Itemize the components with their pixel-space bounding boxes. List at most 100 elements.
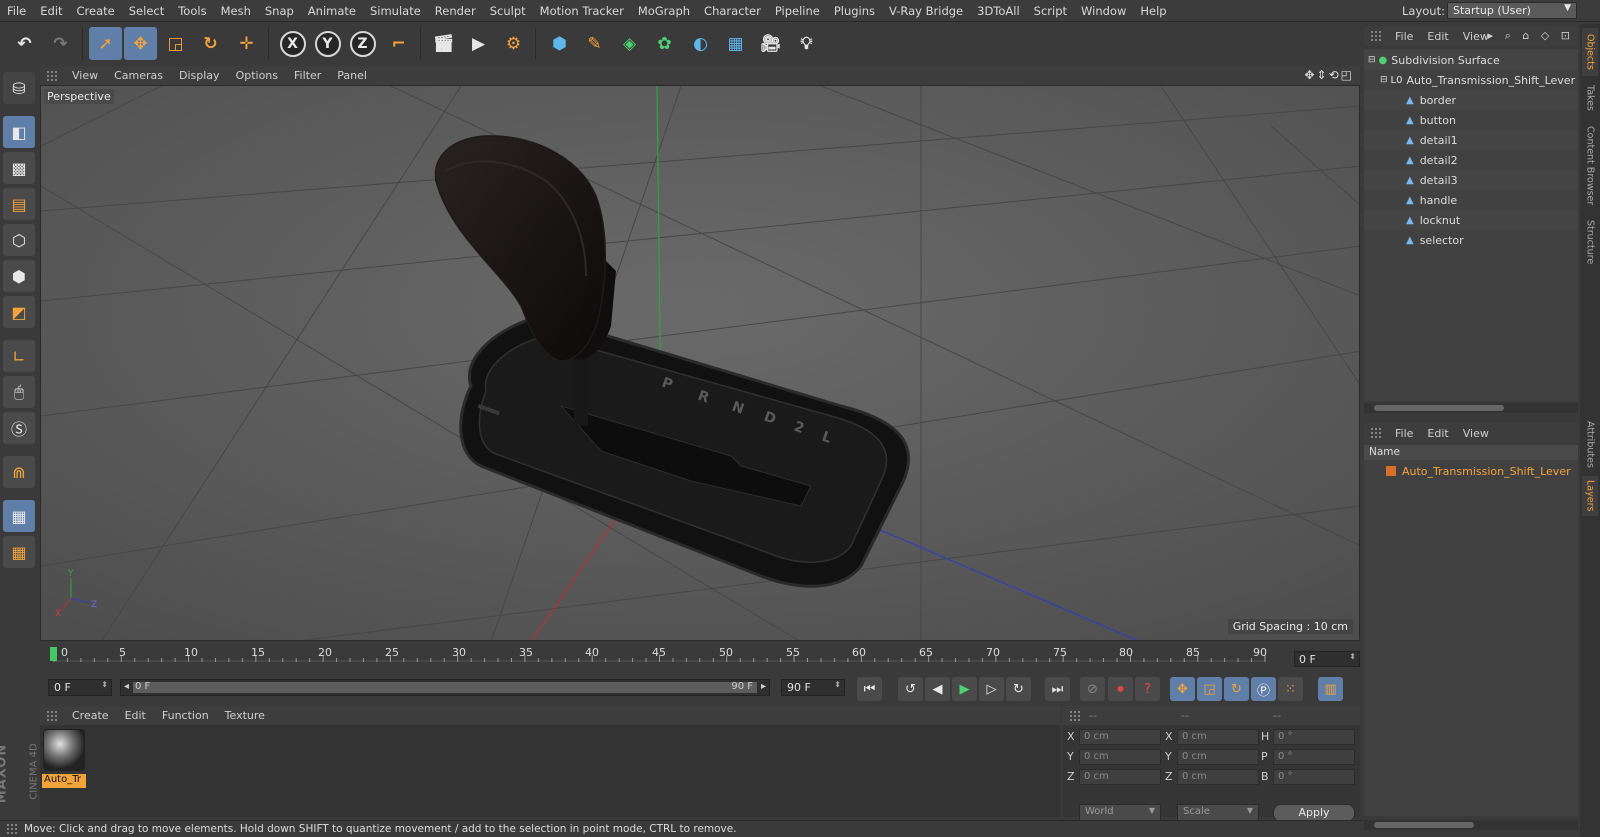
object-manager-scrollbar[interactable]: [1364, 403, 1578, 413]
menu-pipeline[interactable]: Pipeline: [768, 4, 827, 18]
current-frame-field[interactable]: 0 F ⬍: [1294, 651, 1360, 667]
grid-align-button[interactable]: ▦: [3, 536, 35, 568]
tree-item-auto-transmission-shift-lever[interactable]: ⊟ L0 Auto_Transmission_Shift_Lever: [1364, 70, 1578, 90]
play-button[interactable]: ▶: [952, 677, 977, 701]
key-scale-button[interactable]: ◲: [1197, 677, 1222, 701]
layer-manager-scrollbar[interactable]: [1364, 820, 1578, 830]
tree-item-handle[interactable]: ▲ handle: [1364, 190, 1578, 210]
recent-tool-button[interactable]: ✛: [230, 27, 263, 60]
start-frame-field[interactable]: 0 F ⬍: [48, 679, 112, 696]
menu-file[interactable]: File: [0, 4, 33, 18]
position-z-field[interactable]: 0 cm: [1079, 769, 1161, 785]
menu-animate[interactable]: Animate: [301, 4, 363, 18]
coordinate-mode-select[interactable]: World ▼: [1079, 804, 1161, 821]
timeline-ruler[interactable]: 0 5 10 15 20 25 30 35 40 45 50 55 60 65 …: [40, 643, 1360, 667]
range-bar[interactable]: [133, 682, 757, 693]
layout-select[interactable]: Startup (User) ▼: [1447, 2, 1577, 19]
go-to-start-button[interactable]: ⏮: [857, 677, 882, 701]
viewport-nav-icons[interactable]: ✥⇕⟲◰: [1304, 68, 1354, 82]
size-y-field[interactable]: 0 cm: [1177, 749, 1259, 765]
live-selection-button[interactable]: ➚: [89, 27, 122, 60]
next-key-button[interactable]: ↻: [1006, 677, 1031, 701]
solo-mode-button[interactable]: Ⓢ: [3, 412, 35, 444]
material-swatch[interactable]: [43, 729, 85, 771]
next-frame-button[interactable]: ▷: [979, 677, 1004, 701]
menu-window[interactable]: Window: [1074, 4, 1133, 18]
3d-viewport[interactable]: P R N D 2 L Y Z X Perspective Grid Spaci…: [40, 85, 1360, 641]
points-mode-button[interactable]: ⬡: [3, 224, 35, 256]
workplane-lock-button[interactable]: ▦: [3, 500, 35, 532]
render-settings-button[interactable]: ⚙: [497, 27, 530, 60]
deformer-button[interactable]: ◐: [684, 27, 717, 60]
menu-tools[interactable]: Tools: [171, 4, 213, 18]
layer-menu-file[interactable]: File: [1388, 427, 1420, 440]
tree-item-selector[interactable]: ▲ selector: [1364, 230, 1578, 250]
model-mode-button[interactable]: ◧: [3, 116, 35, 148]
tree-item-detail3[interactable]: ▲ detail3: [1364, 170, 1578, 190]
record-active-objects-button[interactable]: ⏺: [1108, 677, 1133, 701]
material-menu-function[interactable]: Function: [154, 709, 217, 722]
tree-item-subdivision-surface[interactable]: ⊟ ● Subdivision Surface: [1364, 50, 1578, 70]
rotate-tool-button[interactable]: ↻: [194, 27, 227, 60]
key-position-button[interactable]: ✥: [1170, 677, 1195, 701]
end-frame-field[interactable]: 90 F ⬍: [781, 679, 845, 696]
spline-pen-button[interactable]: ✎: [578, 27, 611, 60]
floor-button[interactable]: ▦: [719, 27, 752, 60]
scrollbar-thumb[interactable]: [1374, 405, 1504, 411]
tab-structure[interactable]: Structure: [1582, 216, 1598, 268]
menu-character[interactable]: Character: [697, 4, 768, 18]
menu-motion-tracker[interactable]: Motion Tracker: [533, 4, 631, 18]
viewport-menu-options[interactable]: Options: [228, 69, 286, 82]
menu-sculpt[interactable]: Sculpt: [483, 4, 533, 18]
material-menu-texture[interactable]: Texture: [217, 709, 273, 722]
viewport-menu-panel[interactable]: Panel: [329, 69, 375, 82]
tab-objects[interactable]: Objects: [1582, 28, 1598, 76]
menu-simulate[interactable]: Simulate: [363, 4, 428, 18]
position-y-field[interactable]: 0 cm: [1079, 749, 1161, 765]
redo-button[interactable]: ↷: [44, 27, 77, 60]
x-axis-lock-button[interactable]: X: [276, 27, 309, 60]
key-parameter-button[interactable]: Ⓟ: [1251, 677, 1276, 701]
tree-item-locknut[interactable]: ▲ locknut: [1364, 210, 1578, 230]
record-keys-off-button[interactable]: ⊘: [1080, 677, 1105, 701]
menu-mograph[interactable]: MoGraph: [631, 4, 697, 18]
tree-item-border[interactable]: ▲ border: [1364, 90, 1578, 110]
coordinate-system-button[interactable]: ⌐: [382, 27, 415, 60]
tweak-mode-button[interactable]: 🖱︎: [3, 376, 35, 408]
camera-button[interactable]: 🎥︎: [754, 27, 787, 60]
rotation-p-field[interactable]: 0 °: [1273, 749, 1355, 765]
menu-edit[interactable]: Edit: [33, 4, 69, 18]
viewport-menu-cameras[interactable]: Cameras: [106, 69, 171, 82]
transform-mode-select[interactable]: Scale ▼: [1177, 804, 1259, 821]
menu-vray-bridge[interactable]: V-Ray Bridge: [882, 4, 970, 18]
workplane-mode-button[interactable]: ▤: [3, 188, 35, 220]
viewport-menu-filter[interactable]: Filter: [286, 69, 329, 82]
move-tool-button[interactable]: ✥: [124, 27, 157, 60]
layer-row[interactable]: Auto_Transmission_Shift_Lever: [1364, 462, 1578, 480]
tab-content-browser[interactable]: Content Browser: [1582, 120, 1598, 212]
layer-column-header[interactable]: Name: [1364, 445, 1578, 460]
previous-key-button[interactable]: ↺: [898, 677, 923, 701]
edges-mode-button[interactable]: ⬢: [3, 260, 35, 292]
light-button[interactable]: 💡︎: [790, 27, 823, 60]
render-picture-viewer-button[interactable]: ▶: [462, 27, 495, 60]
size-x-field[interactable]: 0 cm: [1177, 729, 1259, 745]
tab-takes[interactable]: Takes: [1582, 80, 1598, 116]
menu-create[interactable]: Create: [70, 4, 122, 18]
menu-plugins[interactable]: Plugins: [827, 4, 882, 18]
tree-item-detail1[interactable]: ▲ detail1: [1364, 130, 1578, 150]
texture-mode-button[interactable]: ▩: [3, 152, 35, 184]
layer-menu-edit[interactable]: Edit: [1420, 427, 1455, 440]
preview-range-slider[interactable]: ◂ 0 F 90 F ▸: [120, 679, 770, 696]
scale-tool-button[interactable]: ◲: [159, 27, 192, 60]
object-menu-file[interactable]: File: [1388, 30, 1420, 43]
cube-primitive-button[interactable]: ⬢: [543, 27, 576, 60]
previous-frame-button[interactable]: ◀: [925, 677, 950, 701]
menu-snap[interactable]: Snap: [258, 4, 301, 18]
scrollbar-thumb[interactable]: [1374, 822, 1474, 828]
autokeying-button[interactable]: ?: [1135, 677, 1160, 701]
object-menu-edit[interactable]: Edit: [1420, 30, 1455, 43]
cloner-button[interactable]: ✿: [648, 27, 681, 60]
current-frame-marker[interactable]: [50, 647, 57, 661]
tree-item-button[interactable]: ▲ button: [1364, 110, 1578, 130]
